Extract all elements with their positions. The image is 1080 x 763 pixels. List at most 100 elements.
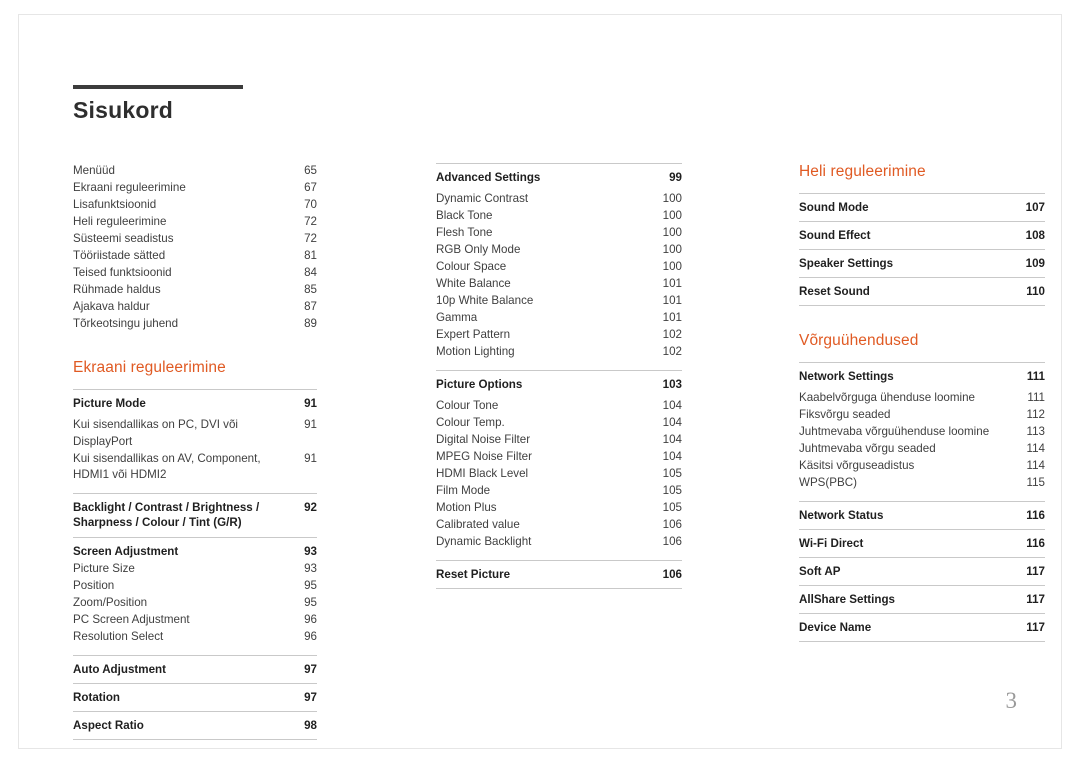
toc-entry[interactable]: Advanced Settings 99 <box>436 163 682 191</box>
toc-entry-page: 101 <box>662 294 682 307</box>
toc-entry[interactable]: Colour Tone 104 <box>436 398 682 415</box>
toc-entry-label: PC Screen Adjustment <box>73 612 190 626</box>
toc-entry[interactable]: Colour Space 100 <box>436 259 682 276</box>
toc-entry-page: 101 <box>662 311 682 324</box>
toc-entry-page: 109 <box>1025 257 1045 270</box>
toc-entry[interactable]: Motion Lighting 102 <box>436 344 682 361</box>
toc-entry[interactable]: Resolution Select 96 <box>73 629 317 646</box>
toc-entry[interactable]: Reset Picture 106 <box>436 560 682 589</box>
toc-entry-label: Calibrated value <box>436 518 520 531</box>
toc-entry[interactable]: Picture Size 93 <box>73 561 317 578</box>
toc-entry[interactable]: Zoom/Position 95 <box>73 595 317 612</box>
toc-entry[interactable]: HDMI Black Level 105 <box>436 466 682 483</box>
toc-entry[interactable]: Colour Temp. 104 <box>436 415 682 432</box>
toc-entry-label: Wi-Fi Direct <box>799 537 864 550</box>
toc-entry[interactable]: PC Screen Adjustment 96 <box>73 612 317 629</box>
toc-entry[interactable]: Kaabelvõrguga ühenduse loomine 111 <box>799 390 1045 407</box>
toc-list-menus: Menüüd 65 Ekraani reguleerimine 67 Lisaf… <box>73 163 317 333</box>
toc-entry[interactable]: Juhtmevaba võrgu seaded 114 <box>799 441 1045 458</box>
title-rule <box>73 85 243 89</box>
toc-entry[interactable]: Wi-Fi Direct 116 <box>799 529 1045 557</box>
toc-entry[interactable]: Sound Effect 108 <box>799 221 1045 249</box>
toc-entry-page: 115 <box>1026 476 1045 489</box>
toc-entry-page: 89 <box>304 317 317 330</box>
toc-entry[interactable]: Speaker Settings 109 <box>799 249 1045 277</box>
toc-entry[interactable]: Black Tone 100 <box>436 208 682 225</box>
toc-entry[interactable]: Fiksvõrgu seaded 112 <box>799 407 1045 424</box>
toc-entry[interactable]: Sound Mode 107 <box>799 193 1045 221</box>
toc-entry[interactable]: Lisafunktsioonid 70 <box>73 197 317 214</box>
toc-entry-label: Position <box>73 578 115 592</box>
toc-entry[interactable]: Soft AP 117 <box>799 557 1045 585</box>
toc-entry-page: 87 <box>304 300 317 313</box>
toc-entry-label: Screen Adjustment <box>73 544 179 558</box>
page-title: Sisukord <box>73 97 174 123</box>
toc-entry-page: 105 <box>662 501 682 514</box>
toc-entry[interactable]: Position 95 <box>73 578 317 595</box>
toc-entry-label: Digital Noise Filter <box>436 433 531 446</box>
toc-entry-label: Auto Adjustment <box>73 662 166 676</box>
toc-entry-page: 67 <box>304 181 317 194</box>
toc-entry-label: Colour Space <box>436 260 507 273</box>
toc-entry[interactable]: Süsteemi seadistus 72 <box>73 231 317 248</box>
toc-entry[interactable]: Käsitsi võrguseadistus 114 <box>799 458 1045 475</box>
toc-entry[interactable]: Motion Plus 105 <box>436 500 682 517</box>
toc-entry[interactable]: Auto Adjustment 97 <box>73 654 317 683</box>
toc-entry[interactable]: Rotation 97 <box>73 682 317 711</box>
toc-entry[interactable]: Menüüd 65 <box>73 163 317 180</box>
toc-entry[interactable]: Expert Pattern 102 <box>436 327 682 344</box>
toc-entry[interactable]: WPS(PBC) 115 <box>799 475 1045 492</box>
toc-entry[interactable]: Ajakava haldur 87 <box>73 299 317 316</box>
toc-entry[interactable]: Aspect Ratio 98 <box>73 710 317 740</box>
toc-entry-label: RGB Only Mode <box>436 243 521 256</box>
toc-entry[interactable]: Dynamic Contrast 100 <box>436 191 682 208</box>
toc-entry-label: Expert Pattern <box>436 328 511 341</box>
toc-entry[interactable]: AllShare Settings 117 <box>799 585 1045 613</box>
toc-entry[interactable]: Ekraani reguleerimine 67 <box>73 180 317 197</box>
toc-entry[interactable]: Reset Sound 110 <box>799 277 1045 306</box>
toc-entry[interactable]: Teised funktsioonid 84 <box>73 265 317 282</box>
toc-entry[interactable]: Tööriistade sätted 81 <box>73 248 317 265</box>
toc-entry-label: Flesh Tone <box>436 226 493 239</box>
toc-entry[interactable]: Picture Options 103 <box>436 370 682 398</box>
toc-entry-page: 97 <box>304 662 317 676</box>
toc-entry-page: 117 <box>1026 565 1045 578</box>
toc-entry[interactable]: Film Mode 105 <box>436 483 682 500</box>
toc-entry-page: 114 <box>1026 442 1045 455</box>
section-heading-network: Võrguühendused <box>799 332 919 349</box>
toc-entry[interactable]: Dynamic Backlight 106 <box>436 534 682 551</box>
toc-entry[interactable]: Kui sisendallikas on PC, DVI või Display… <box>73 417 317 451</box>
toc-entry-page: 91 <box>304 397 317 410</box>
toc-entry[interactable]: Calibrated value 106 <box>436 517 682 534</box>
toc-entry[interactable]: Kui sisendallikas on AV, Component, HDMI… <box>73 451 317 484</box>
toc-entry[interactable]: Picture Mode 91 <box>73 389 317 417</box>
toc-entry[interactable]: Device Name 117 <box>799 613 1045 642</box>
toc-entry[interactable]: Tõrkeotsingu juhend 89 <box>73 316 317 333</box>
toc-entry[interactable]: White Balance 101 <box>436 276 682 293</box>
toc-entry[interactable]: Backlight / Contrast / Brightness / Shar… <box>73 492 317 537</box>
toc-entry[interactable]: 10p White Balance 101 <box>436 293 682 310</box>
toc-entry[interactable]: Gamma 101 <box>436 310 682 327</box>
toc-entry-label: Sound Effect <box>799 229 871 242</box>
toc-entry[interactable]: Network Settings 111 <box>799 362 1045 390</box>
toc-entry[interactable]: Rühmade haldus 85 <box>73 282 317 299</box>
toc-entry[interactable]: Screen Adjustment 93 <box>73 536 317 561</box>
toc-entry-label: HDMI Black Level <box>436 467 529 480</box>
toc-entry[interactable]: Heli reguleerimine 72 <box>73 214 317 231</box>
toc-entry[interactable]: Digital Noise Filter 104 <box>436 432 682 449</box>
toc-entry-label: Süsteemi seadistus <box>73 232 174 245</box>
toc-entry-page: 103 <box>662 378 682 391</box>
toc-entry-label: Speaker Settings <box>799 257 894 270</box>
toc-entry[interactable]: Flesh Tone 100 <box>436 225 682 242</box>
toc-entry-page: 72 <box>304 232 317 245</box>
toc-entry-label: White Balance <box>436 277 511 290</box>
toc-column-3: Heli reguleerimine Sound Mode 107 Sound … <box>799 163 1045 642</box>
toc-entry[interactable]: Network Status 116 <box>799 501 1045 529</box>
toc-entry[interactable]: Juhtmevaba võrguühenduse loomine 113 <box>799 424 1045 441</box>
toc-entry-page: 91 <box>304 451 317 465</box>
toc-entry[interactable]: MPEG Noise Filter 104 <box>436 449 682 466</box>
toc-entry-page: 101 <box>662 277 682 290</box>
toc-entry-label: Kaabelvõrguga ühenduse loomine <box>799 391 975 404</box>
toc-entry[interactable]: RGB Only Mode 100 <box>436 242 682 259</box>
